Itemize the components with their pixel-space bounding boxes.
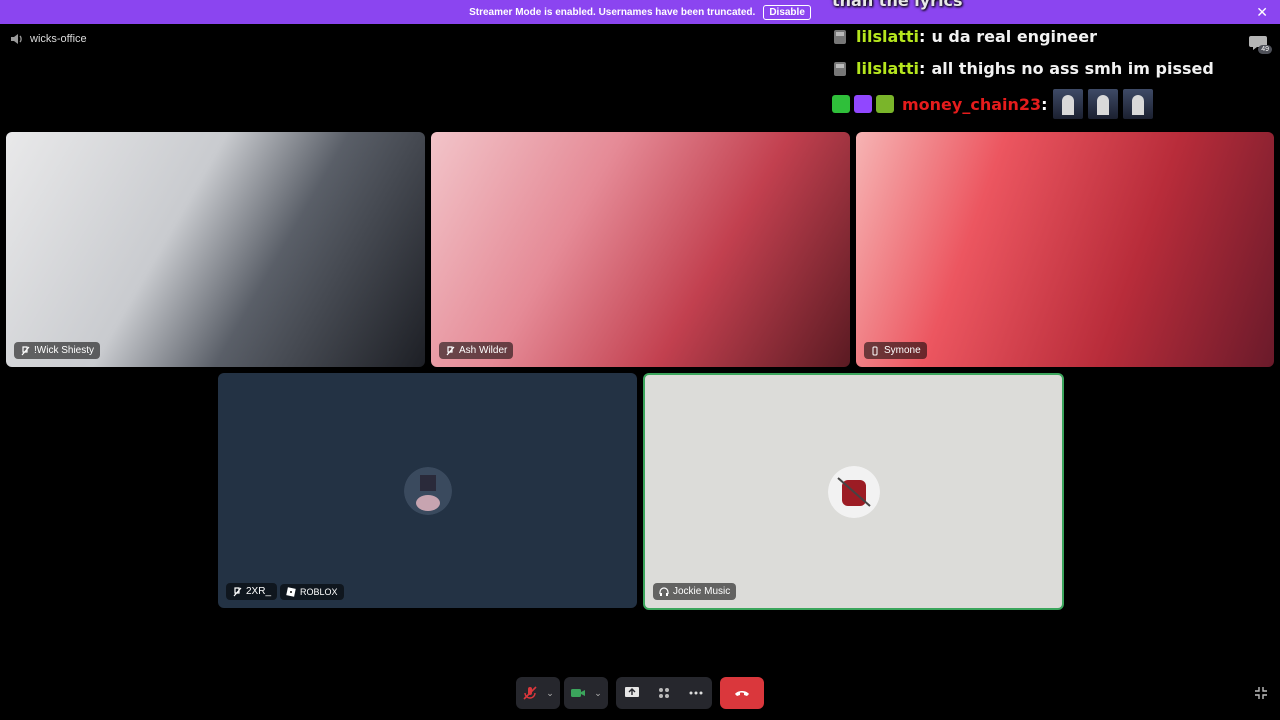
channel-name: wicks-office <box>30 33 87 45</box>
video-tile-wick[interactable]: !Wick Shiesty <box>6 132 425 367</box>
channel-header: wicks-office <box>10 32 87 46</box>
mic-muted-icon <box>523 686 537 700</box>
mic-options-chevron-down-icon[interactable]: ⌄ <box>544 677 556 709</box>
emote-icon <box>1122 89 1153 119</box>
speaker-icon <box>11 34 22 44</box>
video-camera-icon <box>571 689 585 697</box>
avatar <box>403 466 452 515</box>
participant-name: !Wick Shiesty <box>34 345 95 356</box>
streamer-mode-banner: Streamer Mode is enabled. Usernames have… <box>0 0 1280 24</box>
user-badge-icon <box>834 29 846 44</box>
hang-up-phone-icon <box>735 691 749 696</box>
mobile-phone-icon <box>872 346 878 355</box>
star-badge-icon <box>854 95 872 113</box>
user-badge-icon <box>834 61 846 76</box>
more-options-button[interactable] <box>682 677 710 709</box>
emote-icon <box>1087 89 1118 119</box>
chat-message: money_chain23: <box>832 89 1153 119</box>
chat-count-badge: 49 <box>1258 45 1272 54</box>
chat-message: lilslatti: u da real engineer <box>832 27 1097 46</box>
chat-message: lilslatti: all thighs no ass smh im piss… <box>832 59 1214 78</box>
disable-streamer-mode-button[interactable]: Disable <box>763 4 811 20</box>
screen-share-icon <box>625 687 639 697</box>
chat-username: lilslatti <box>856 59 920 78</box>
activity-badge: ROBLOX <box>280 584 344 600</box>
call-controls: ⌄ ⌄ <box>516 677 764 709</box>
bits-badge-icon <box>876 95 894 113</box>
mic-muted-icon <box>446 345 455 355</box>
participant-name: Ash Wilder <box>459 345 508 356</box>
video-tile-ash[interactable]: Ash Wilder <box>431 132 850 367</box>
close-icon[interactable]: ✕ <box>1256 4 1268 21</box>
mic-muted-icon <box>233 586 242 596</box>
emote-icon <box>1052 89 1083 119</box>
share-screen-button[interactable] <box>618 677 646 709</box>
video-tile-symone[interactable]: Symone <box>856 132 1274 367</box>
exit-fullscreen-icon[interactable] <box>1254 686 1268 700</box>
camera-button[interactable] <box>564 677 592 709</box>
video-tile-jockie-music[interactable]: Jockie Music <box>643 373 1064 610</box>
disconnect-button[interactable] <box>720 677 764 709</box>
participant-label: !Wick Shiesty <box>14 342 101 359</box>
activity-control-group <box>616 677 712 709</box>
participant-label: Ash Wilder <box>439 342 514 359</box>
participant-name: Jockie Music <box>673 586 731 597</box>
participant-label: Symone <box>864 342 927 359</box>
video-tile-2xr[interactable]: 2XR_ ROBLOX <box>218 373 637 608</box>
mic-control-group: ⌄ <box>516 677 560 709</box>
activities-icon <box>659 688 669 698</box>
roblox-icon <box>286 587 296 597</box>
headphones-icon <box>659 586 669 596</box>
avatar <box>827 465 880 518</box>
participant-label: 2XR_ <box>226 583 278 600</box>
ellipsis-icon <box>689 691 703 695</box>
chat-toggle-button[interactable]: 49 <box>1248 34 1272 54</box>
activities-button[interactable] <box>650 677 678 709</box>
mic-muted-icon <box>21 345 30 355</box>
activity-name: ROBLOX <box>300 587 338 597</box>
camera-options-chevron-down-icon[interactable]: ⌄ <box>592 677 604 709</box>
participant-name: 2XR_ <box>246 586 272 597</box>
chat-username: lilslatti <box>856 27 920 46</box>
chat-text: u da real engineer <box>931 27 1097 46</box>
chat-username: money_chain23 <box>902 94 1042 114</box>
participant-name: Symone <box>884 345 921 356</box>
sub-badge-icon <box>832 95 850 113</box>
participant-label: Jockie Music <box>653 583 737 600</box>
camera-control-group: ⌄ <box>564 677 608 709</box>
chat-text: all thighs no ass smh im pissed <box>931 59 1214 78</box>
mute-button[interactable] <box>516 677 544 709</box>
banner-text: Streamer Mode is enabled. Usernames have… <box>469 6 756 18</box>
chat-partial-line: than the lyrics <box>832 0 963 10</box>
